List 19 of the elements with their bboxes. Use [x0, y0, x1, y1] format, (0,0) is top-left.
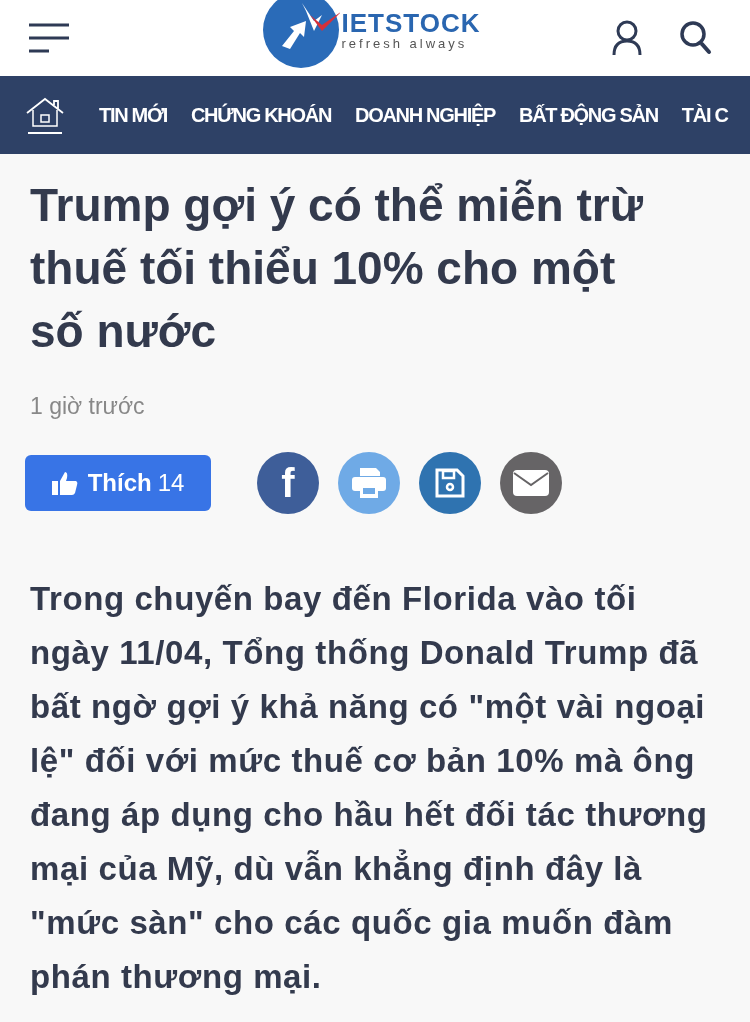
nav-link[interactable]: TIN MỚI	[99, 103, 167, 127]
printer-icon	[352, 468, 386, 498]
thumbs-up-icon	[51, 471, 78, 495]
nav-link[interactable]: BẤT ĐỘNG SẢN	[519, 103, 658, 127]
facebook-button[interactable]: f	[257, 452, 319, 514]
nav-link[interactable]: CHỨNG KHOÁN	[190, 103, 332, 127]
user-icon[interactable]	[612, 20, 642, 56]
search-icon[interactable]	[680, 21, 712, 55]
home-icon[interactable]	[25, 95, 65, 135]
article-title: Trump gợi ý có thể miễn trừ thuế tối thiểu 10% cho một số nước	[30, 178, 644, 359]
nav-link[interactable]: DOANH NGHIỆP	[355, 103, 495, 127]
like-button[interactable]: Thích 14	[25, 455, 211, 511]
timestamp: 1 giờ trước	[30, 393, 146, 420]
menu-icon[interactable]	[28, 23, 70, 53]
envelope-icon	[513, 470, 549, 496]
article-paragraph: Trong chuyến bay đến Florida vào tối ngày 11/04, Tổng thống Donald Trump đã bất ngờ gợi ý khả năng có "một vài ngoại lệ" đối với mức thuế cơ bản 10% mà ông đang áp dụng cho hầu hết đối tác thương mại của Mỹ, dù vẫn khẳng định đây là "mức sàn" cho các quốc gia muốn đàm phán thương mại.	[30, 579, 709, 997]
logo-text: IETSTOCK	[340, 9, 481, 37]
logo-tagline: refresh always	[340, 37, 468, 51]
nav-link[interactable]: TÀI C	[681, 103, 728, 127]
